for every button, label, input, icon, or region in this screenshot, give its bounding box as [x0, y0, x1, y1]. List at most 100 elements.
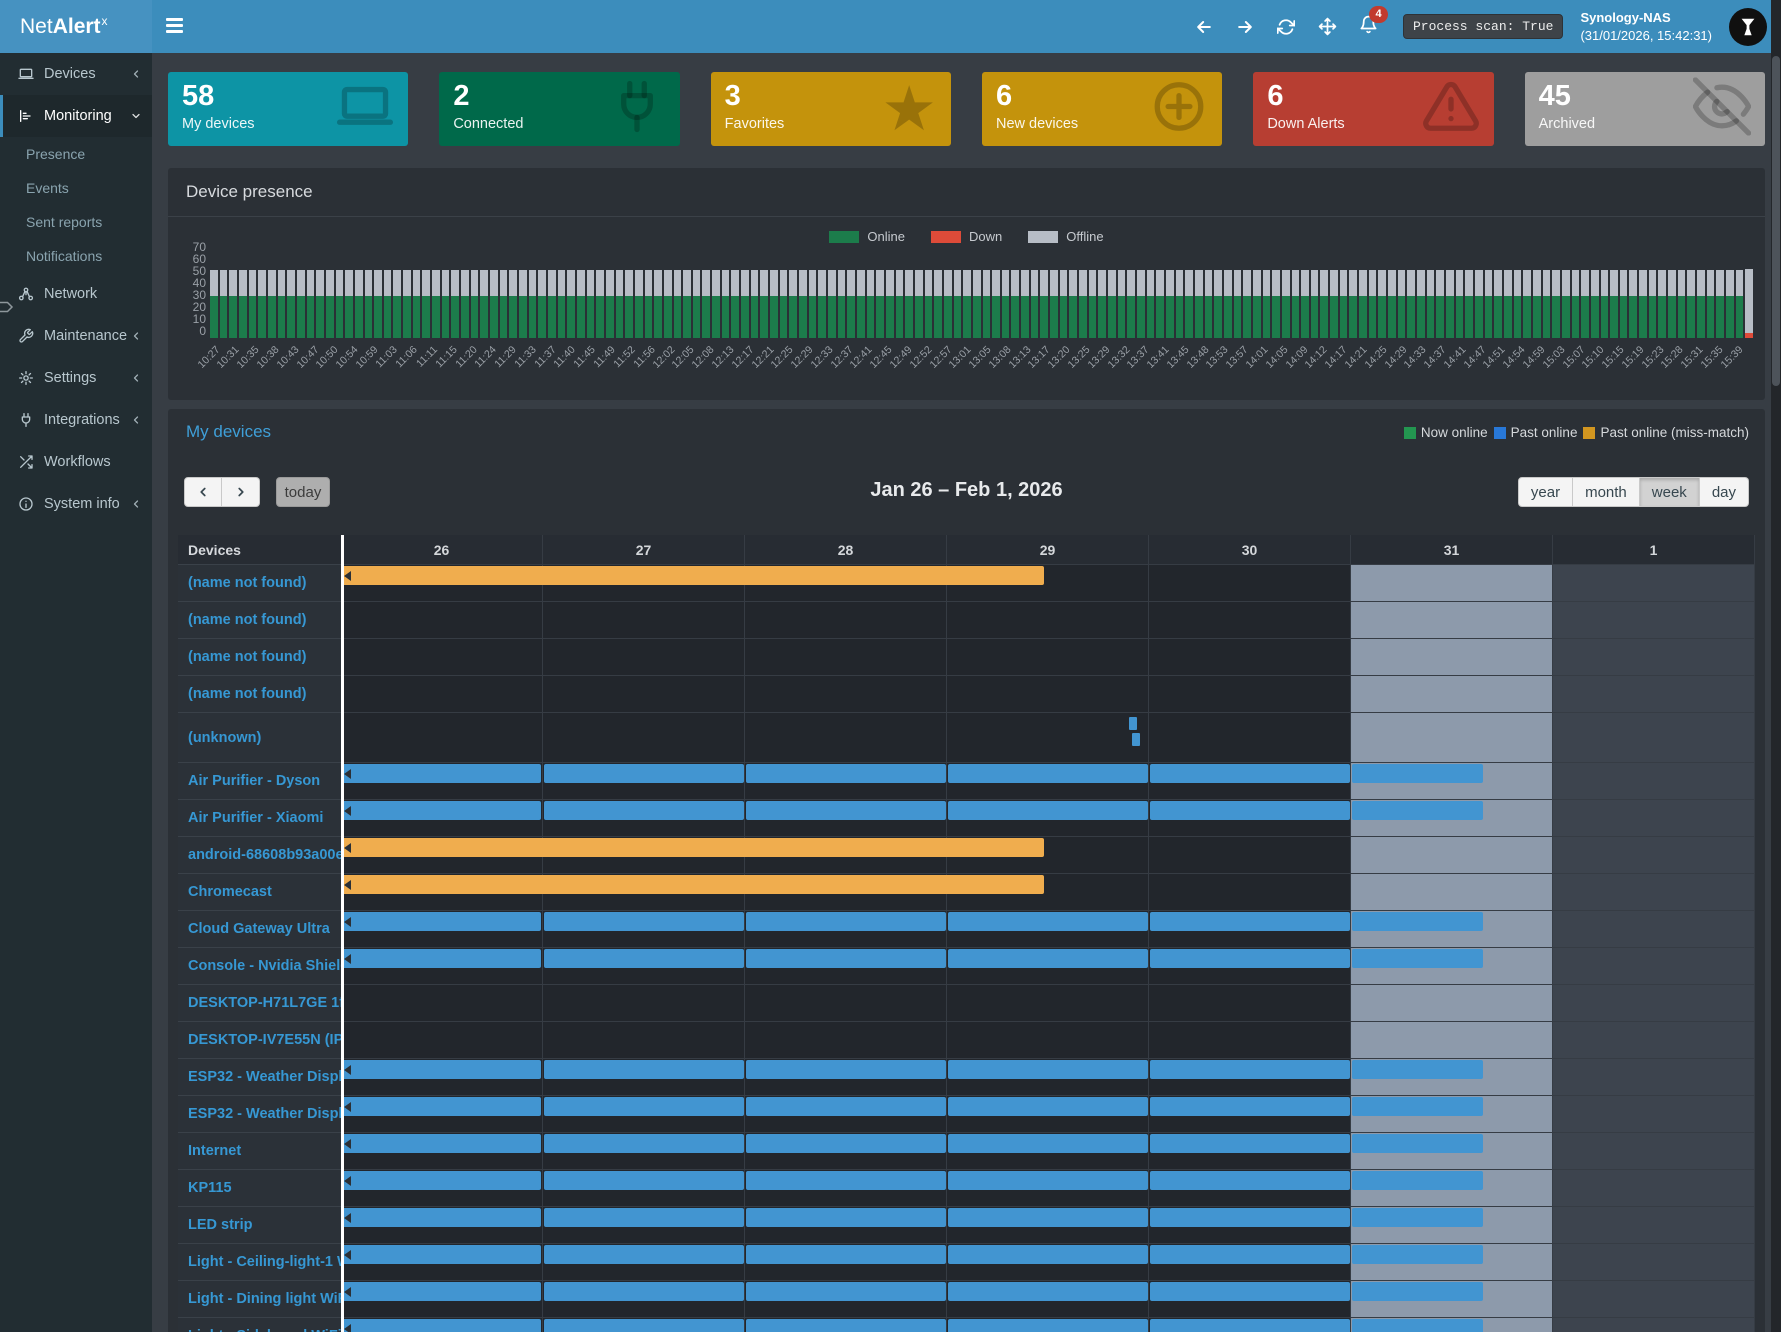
presence-bar-online[interactable]	[1352, 1134, 1483, 1153]
presence-bar-online[interactable]	[341, 1097, 541, 1116]
presence-bar-online[interactable]	[341, 1134, 541, 1153]
sidebar-toggle-button[interactable]	[166, 15, 183, 36]
presence-bar-online[interactable]	[746, 949, 946, 968]
presence-bar-online[interactable]	[746, 912, 946, 931]
presence-bar-online[interactable]	[544, 1171, 744, 1190]
device-name-link[interactable]: ESP32 - Weather Display	[178, 1059, 341, 1096]
view-button-day[interactable]: day	[1700, 477, 1749, 507]
presence-bar-online[interactable]	[746, 1245, 946, 1264]
presence-bar-online[interactable]	[746, 1171, 946, 1190]
sidebar-item-network[interactable]: Network	[0, 273, 152, 315]
presence-bar-online[interactable]	[948, 1097, 1148, 1116]
presence-bar-online[interactable]	[948, 912, 1148, 931]
presence-bar-online[interactable]	[1352, 949, 1483, 968]
presence-bar-online[interactable]	[341, 1245, 541, 1264]
presence-bar-online[interactable]	[341, 949, 541, 968]
presence-bar-online[interactable]	[1352, 1245, 1483, 1264]
notifications-bell-icon[interactable]: 4	[1356, 15, 1380, 39]
presence-bar-mismatch[interactable]	[341, 838, 1044, 857]
device-name-link[interactable]: Cloud Gateway Ultra	[178, 911, 341, 948]
presence-bar-online[interactable]	[1150, 912, 1350, 931]
presence-bar-mismatch[interactable]	[341, 875, 1044, 894]
presence-bar-online[interactable]	[1352, 912, 1483, 931]
sidebar-subitem-presence[interactable]: Presence	[0, 137, 152, 171]
presence-bar-online[interactable]	[341, 764, 541, 783]
presence-bar-online[interactable]	[1150, 1319, 1350, 1332]
presence-bar-online[interactable]	[948, 1245, 1148, 1264]
view-button-year[interactable]: year	[1518, 477, 1573, 507]
presence-bar-online[interactable]	[1150, 764, 1350, 783]
move-icon[interactable]	[1315, 15, 1339, 39]
presence-bar-online[interactable]	[746, 1060, 946, 1079]
presence-bar-online[interactable]	[1150, 1134, 1350, 1153]
sidebar-item-workflows[interactable]: Workflows	[0, 441, 152, 483]
presence-bar-online[interactable]	[1150, 1245, 1350, 1264]
presence-bar-online[interactable]	[1352, 1208, 1483, 1227]
sidebar-subitem-events[interactable]: Events	[0, 171, 152, 205]
card-new-devices[interactable]: 6New devices	[982, 72, 1222, 146]
presence-bar-online[interactable]	[544, 1134, 744, 1153]
sidebar-item-integrations[interactable]: Integrations	[0, 399, 152, 441]
presence-bar-online[interactable]	[544, 1319, 744, 1332]
device-name-link[interactable]: android-68608b93a00e4	[178, 837, 341, 874]
device-name-link[interactable]: (name not found)	[178, 676, 341, 713]
presence-bar-online[interactable]	[1150, 1282, 1350, 1301]
device-name-link[interactable]: (unknown)	[178, 713, 341, 763]
presence-bar-online[interactable]	[1150, 1208, 1350, 1227]
presence-bar-online[interactable]	[746, 801, 946, 820]
sidebar-item-settings[interactable]: Settings	[0, 357, 152, 399]
card-my-devices[interactable]: 58My devices	[168, 72, 408, 146]
presence-bar-online[interactable]	[746, 1208, 946, 1227]
presence-bar-mismatch[interactable]	[341, 566, 1044, 585]
presence-bar-online[interactable]	[1352, 1171, 1483, 1190]
presence-mark[interactable]	[1132, 733, 1140, 746]
presence-bar-online[interactable]	[1150, 1060, 1350, 1079]
presence-bar-online[interactable]	[341, 1060, 541, 1079]
legend-item-down[interactable]: Down	[931, 229, 1002, 244]
device-name-link[interactable]: DESKTOP-H71L7GE 1f:99	[178, 985, 341, 1022]
presence-bar-online[interactable]	[1352, 1097, 1483, 1116]
presence-bar-online[interactable]	[341, 1282, 541, 1301]
device-name-link[interactable]: LED strip	[178, 1207, 341, 1244]
sidebar-subitem-notifications[interactable]: Notifications	[0, 239, 152, 273]
sidebar-item-monitoring[interactable]: Monitoring	[0, 95, 152, 137]
view-button-month[interactable]: month	[1573, 477, 1640, 507]
presence-bar-online[interactable]	[544, 949, 744, 968]
presence-bar-online[interactable]	[746, 764, 946, 783]
device-name-link[interactable]: Chromecast	[178, 874, 341, 911]
sidebar-subitem-sent-reports[interactable]: Sent reports	[0, 205, 152, 239]
sidebar-item-system-info[interactable]: System info	[0, 483, 152, 525]
presence-bar-online[interactable]	[1150, 949, 1350, 968]
device-name-link[interactable]: Air Purifier - Dyson	[178, 763, 341, 800]
presence-bar-online[interactable]	[948, 1134, 1148, 1153]
presence-bar-online[interactable]	[1150, 1171, 1350, 1190]
presence-bar-online[interactable]	[341, 1208, 541, 1227]
presence-bar-online[interactable]	[1352, 1319, 1483, 1332]
presence-bar-online[interactable]	[1352, 1282, 1483, 1301]
presence-bar-online[interactable]	[948, 1208, 1148, 1227]
presence-bar-online[interactable]	[1352, 801, 1483, 820]
user-avatar[interactable]	[1729, 8, 1767, 46]
card-archived[interactable]: 45Archived	[1525, 72, 1765, 146]
presence-bar-online[interactable]	[341, 1171, 541, 1190]
app-logo[interactable]: NetAlertx	[0, 0, 152, 53]
device-name-link[interactable]: Console - Nvidia Shield TV	[178, 948, 341, 985]
device-name-link[interactable]: Light - Dining light WiFi	[178, 1281, 341, 1318]
presence-mark[interactable]	[1129, 717, 1137, 730]
presence-bar-online[interactable]	[1352, 764, 1483, 783]
presence-bar-online[interactable]	[544, 1208, 744, 1227]
device-name-link[interactable]: KP115	[178, 1170, 341, 1207]
presence-bar-online[interactable]	[341, 801, 541, 820]
presence-bar-online[interactable]	[948, 801, 1148, 820]
presence-bar-online[interactable]	[544, 1282, 744, 1301]
card-favorites[interactable]: 3Favorites★	[711, 72, 951, 146]
feedback-tag-icon[interactable]	[0, 296, 18, 323]
presence-bar-online[interactable]	[948, 1282, 1148, 1301]
card-connected[interactable]: 2Connected	[439, 72, 679, 146]
scrollbar-thumb[interactable]	[1772, 56, 1780, 386]
device-name-link[interactable]: ESP32 - Weather Display	[178, 1096, 341, 1133]
card-down-alerts[interactable]: 6Down Alerts	[1253, 72, 1493, 146]
view-button-week[interactable]: week	[1640, 477, 1700, 507]
page-scrollbar[interactable]	[1771, 0, 1781, 1332]
device-name-link[interactable]: Internet	[178, 1133, 341, 1170]
